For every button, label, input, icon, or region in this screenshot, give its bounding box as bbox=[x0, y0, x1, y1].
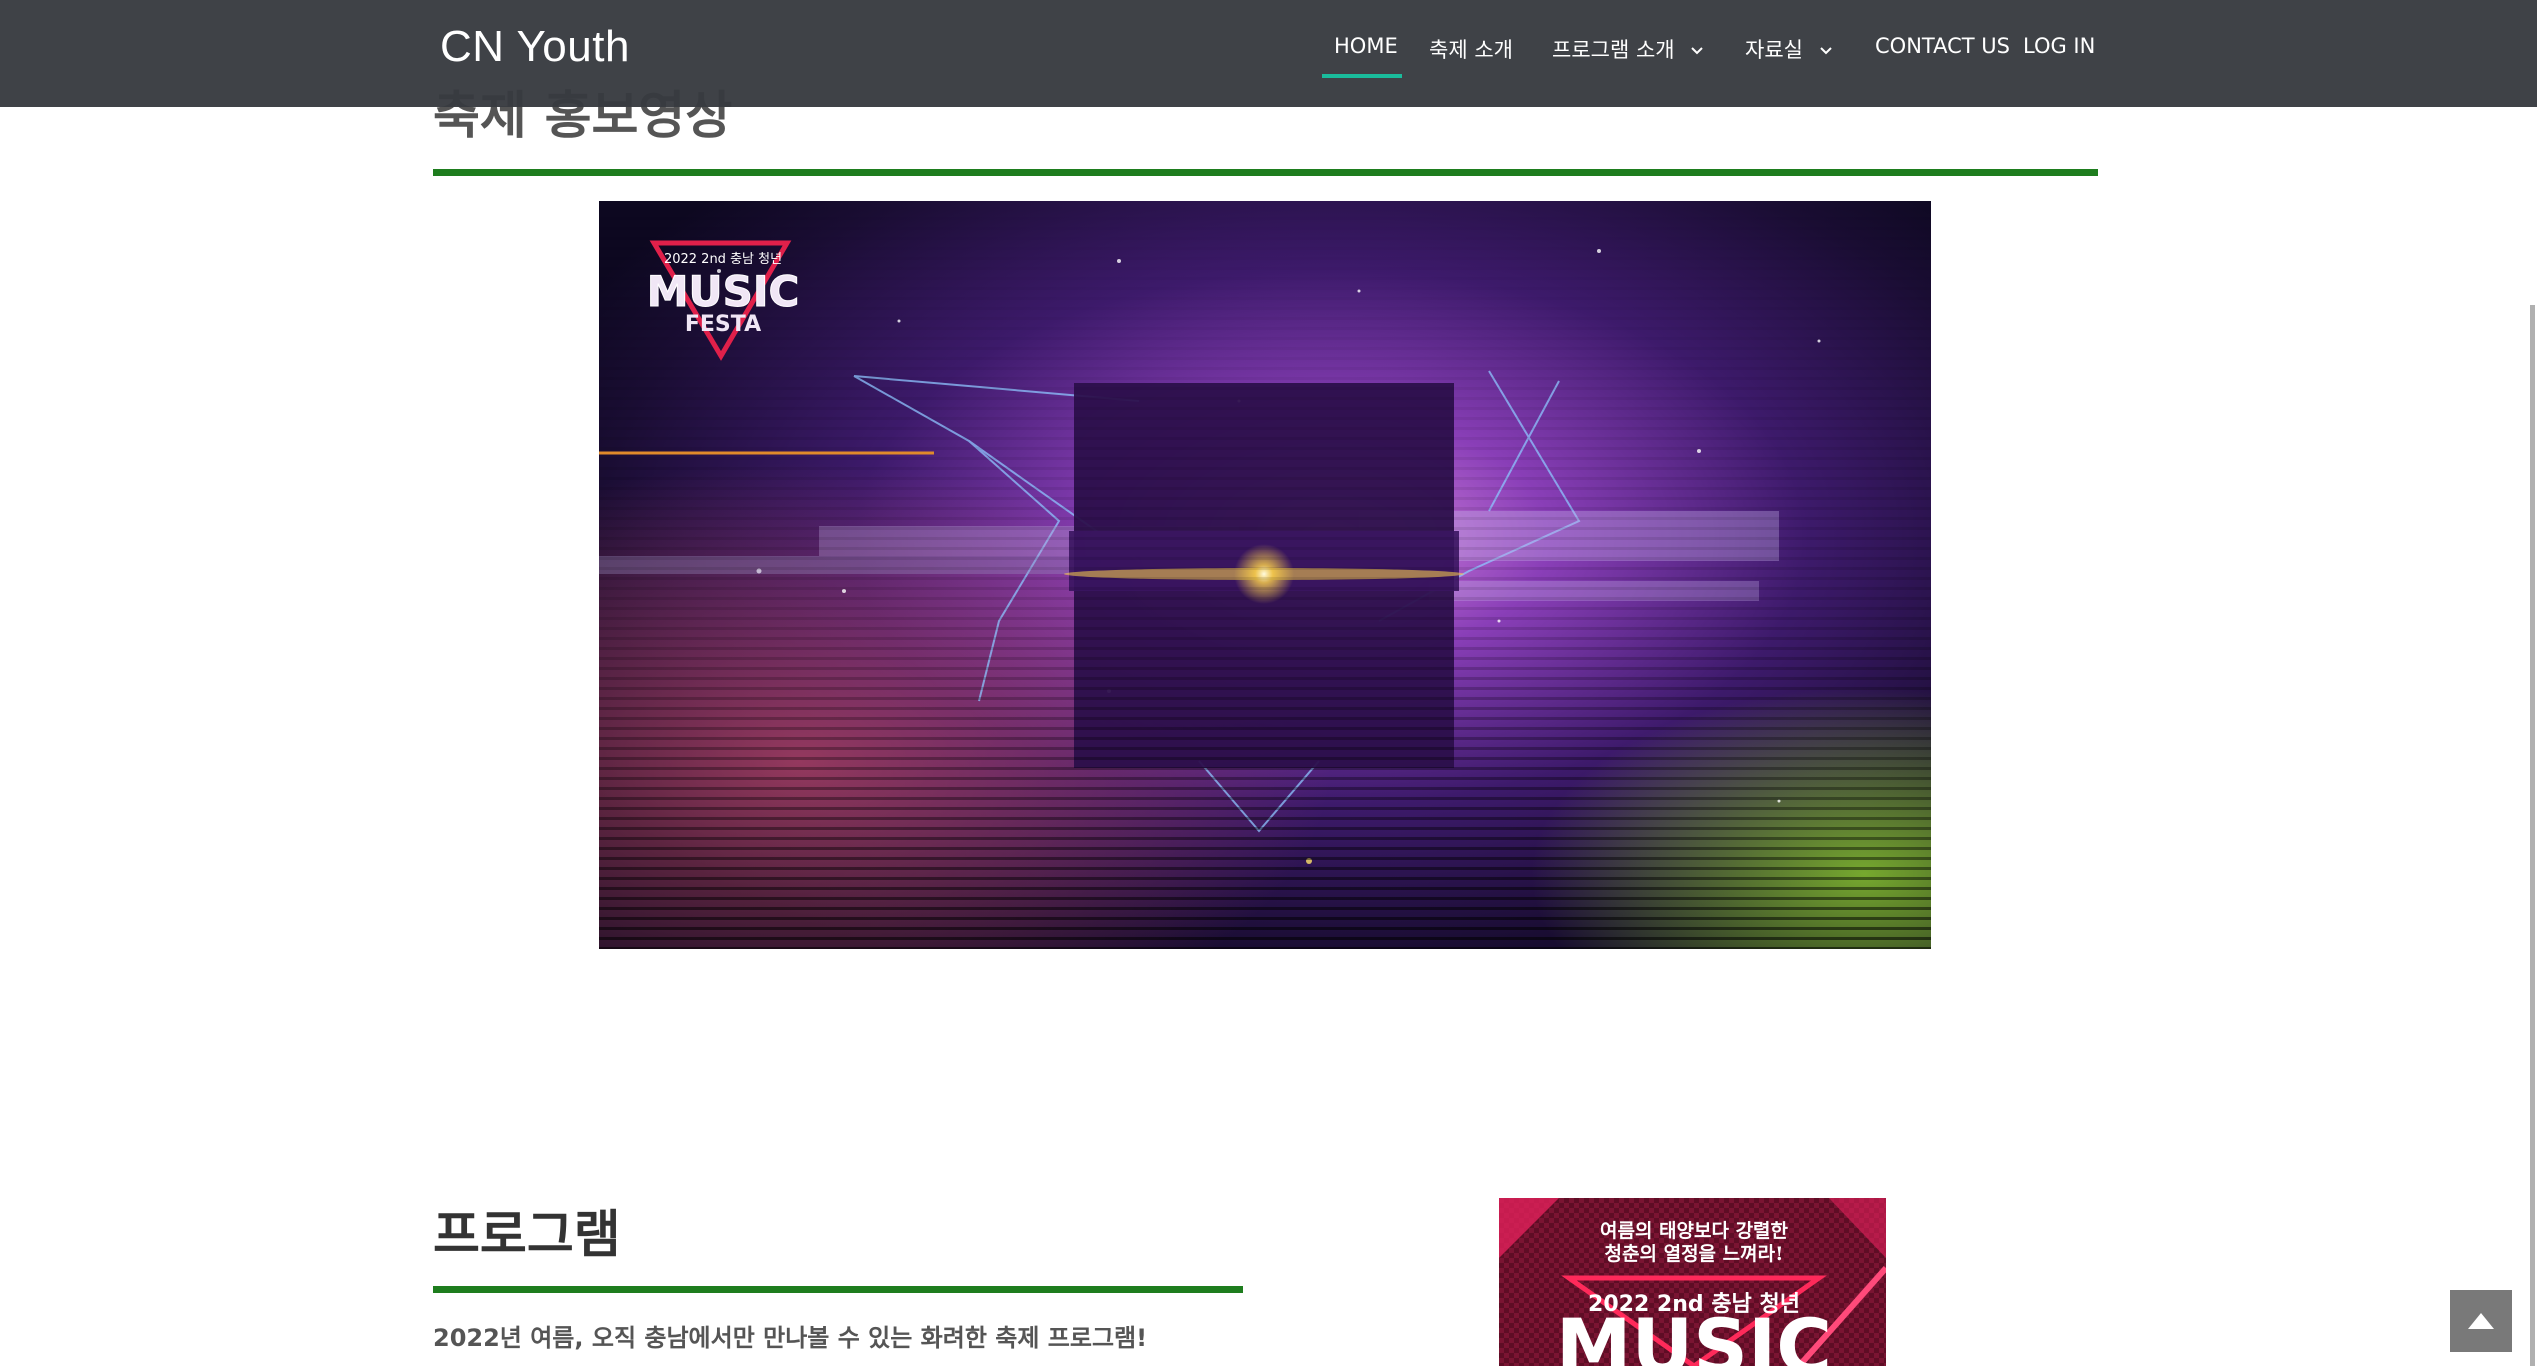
nav-resources-label: 자료실 bbox=[1745, 38, 1803, 62]
scroll-to-top-button[interactable] bbox=[2450, 1290, 2512, 1352]
nav-contact-us[interactable]: CONTACT US bbox=[1875, 34, 2010, 58]
promo-video-player[interactable]: 2022 2nd 충남 청년 MUSIC FESTA bbox=[599, 201, 1931, 949]
nav-log-in[interactable]: LOG IN bbox=[2023, 34, 2095, 58]
nav-log-in-label: LOG IN bbox=[2023, 34, 2096, 58]
promo-divider bbox=[433, 169, 2098, 176]
chevron-down-icon bbox=[1691, 47, 1704, 55]
program-subtitle: 2022년 여름, 오직 충남에서만 만나볼 수 있는 화려한 축제 프로그램! bbox=[433, 1324, 1148, 1352]
arrow-up-icon bbox=[2468, 1313, 2494, 1329]
nav-home-label: HOME bbox=[1334, 34, 1398, 58]
program-section-title: 프로그램 bbox=[433, 1206, 621, 1265]
svg-text:청춘의 열정을 느껴라!: 청춘의 열정을 느껴라! bbox=[1605, 1243, 1784, 1265]
brand-logo[interactable]: CN Youth bbox=[440, 22, 630, 72]
svg-text:MUSIC: MUSIC bbox=[1556, 1302, 1832, 1366]
svg-text:여름의 태양보다 강렬한: 여름의 태양보다 강렬한 bbox=[1600, 1220, 1789, 1242]
chevron-down-icon bbox=[1819, 47, 1832, 55]
video-frame-artwork: 2022 2nd 충남 청년 MUSIC FESTA bbox=[599, 201, 1931, 949]
svg-text:MUSIC: MUSIC bbox=[647, 267, 800, 316]
nav-festival-intro[interactable]: 축제 소개 bbox=[1429, 34, 1513, 64]
program-divider bbox=[433, 1286, 1243, 1293]
program-poster-image[interactable]: 여름의 태양보다 강렬한 청춘의 열정을 느껴라! 2022 2nd 충남 청년… bbox=[1499, 1198, 1886, 1366]
svg-text:FESTA: FESTA bbox=[685, 312, 761, 337]
nav-festival-intro-label: 축제 소개 bbox=[1429, 38, 1513, 62]
nav-contact-us-label: CONTACT US bbox=[1875, 34, 2010, 58]
page-scrollbar[interactable] bbox=[2530, 305, 2535, 1366]
nav-resources[interactable]: 자료실 bbox=[1745, 34, 1834, 64]
top-navbar: CN Youth HOME 축제 소개 프로그램 소개 자료실 CONTACT … bbox=[0, 0, 2537, 107]
svg-text:2022 2nd 충남 청년: 2022 2nd 충남 청년 bbox=[664, 252, 782, 267]
nav-home[interactable]: HOME bbox=[1334, 34, 1398, 58]
nav-program-intro-label: 프로그램 소개 bbox=[1552, 38, 1675, 62]
nav-active-indicator bbox=[1322, 74, 1402, 78]
poster-artwork: 여름의 태양보다 강렬한 청춘의 열정을 느껴라! 2022 2nd 충남 청년… bbox=[1499, 1198, 1886, 1366]
nav-program-intro[interactable]: 프로그램 소개 bbox=[1552, 34, 1705, 64]
